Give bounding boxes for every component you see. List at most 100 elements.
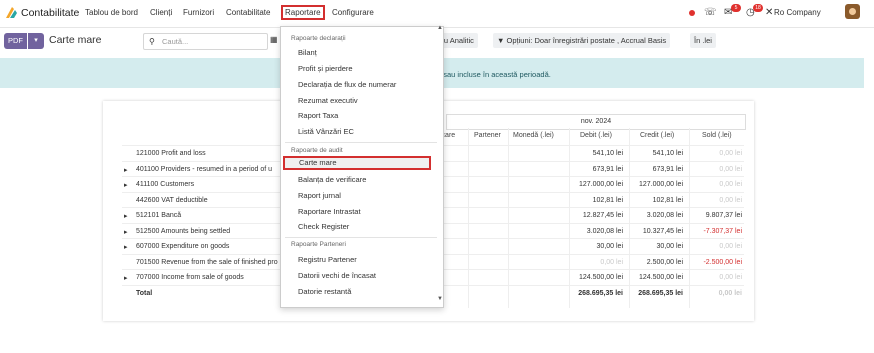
balance-cell: 0,00 lei [719,181,742,188]
credit-cell: 2.500,00 lei [646,258,683,266]
expand-chevron-icon: ▸ [124,275,128,282]
credit-cell: 30,00 lei [656,243,683,250]
options-filter-label: Opțiuni: Doar înregistrări postate , Acc… [506,36,667,45]
menu-divider [285,142,437,143]
debit-cell: 0,00 lei [600,258,623,266]
top-navbar: Contabilitate Tablou de bord Clienți Fur… [0,0,874,28]
debit-cell: 541,10 lei [592,150,623,157]
debit-cell: 30,00 lei [596,243,623,250]
search-placeholder: Caută... [162,37,189,46]
balance-cell: 0,00 lei [719,165,742,173]
credit-cell: 124.500,00 lei [639,274,683,281]
debit-cell: 12.827,45 lei [582,212,623,219]
section-partners: Rapoarte Parteneri [291,241,346,248]
account-label: 707000 Income from sale of goods [136,274,244,281]
account-label: 701500 Revenue from the sale of finished… [136,258,278,266]
accounting-app-icon[interactable] [5,6,18,19]
account-label: 401100 Providers - resumed in a period o… [136,165,273,173]
menu-item-balance-sheet[interactable]: Bilanț [298,48,317,57]
credit-cell: 102,81 lei [652,196,683,204]
filter-icon: ▼ [497,36,507,45]
balance-cell: -2.500,00 lei [703,258,742,266]
balance-cell: 0,00 lei [719,196,742,204]
reporting-dropdown-menu: Rapoarte declarații Bilanț Profit și pie… [280,26,444,308]
col-header-currency: Monedă (.lei) [513,132,554,139]
page-title: Carte mare [49,34,102,46]
debit-cell: 127.000,00 lei [579,181,623,188]
section-declarations: Rapoarte declarații [291,35,346,42]
avatar[interactable] [845,4,860,19]
credit-cell: 673,91 lei [652,165,683,173]
search-icon: ⚲ [149,37,155,46]
currency-filter-button[interactable]: În .lei [690,33,716,48]
credit-cell: 268.695,35 lei [638,289,683,297]
col-header-balance: Sold (.lei) [702,132,732,139]
pdf-button[interactable]: PDF [4,33,27,49]
menu-item-intrastat[interactable]: Raportare Intrastat [298,207,361,216]
menu-item-journal-report[interactable]: Raport jurnal [298,191,341,200]
scroll-up-icon[interactable]: ▲ [437,25,443,31]
expand-chevron-icon: ▸ [124,228,128,236]
menu-reporting[interactable]: Raportare [281,5,325,20]
status-dot [689,10,695,16]
balance-cell: 0,00 lei [719,274,742,281]
account-label: Total [136,289,153,297]
debit-cell: 124.500,00 lei [579,274,623,281]
col-header-partner: Partener [474,132,501,139]
balance-cell: 0,00 lei [718,289,742,297]
menu-item-aged-receivable[interactable]: Datorii vechi de încasat [298,271,376,280]
menu-item-trial-balance[interactable]: Balanța de verificare [298,175,366,184]
chat-badge: 5 [731,4,741,12]
debit-cell: 3.020,08 lei [586,227,623,235]
menu-vendors[interactable]: Furnizori [183,8,214,17]
scroll-down-icon[interactable]: ▼ [437,296,443,302]
debit-cell: 673,91 lei [592,165,623,173]
balance-cell: -7.307,37 lei [703,227,742,235]
credit-cell: 3.020,08 lei [646,212,683,219]
menu-item-cash-flow[interactable]: Declarația de flux de numerar [298,80,396,89]
debit-cell: 268.695,35 lei [578,289,623,297]
account-label: 442600 VAT deductible [136,196,208,204]
menu-accounting[interactable]: Contabilitate [226,8,270,17]
credit-cell: 127.000,00 lei [639,181,683,188]
app-name[interactable]: Contabilitate [21,7,79,19]
company-switcher[interactable]: Ro Company [774,8,821,17]
balance-cell: 9.807,37 lei [705,212,742,219]
activity-badge: 18 [753,4,763,12]
menu-item-check-register[interactable]: Check Register [298,222,349,231]
options-filter-button[interactable]: ▼ Opțiuni: Doar înregistrări postate , A… [493,33,671,48]
expand-chevron-icon: ▸ [124,213,128,220]
col-header-debit: Debit (.lei) [580,132,612,139]
account-label: 607000 Expenditure on goods [136,243,230,250]
tools-icon[interactable]: ✕ [765,7,773,18]
expand-chevron-icon: ▸ [124,166,128,174]
menu-dashboard[interactable]: Tablou de bord [85,8,138,17]
balance-cell: 0,00 lei [719,150,742,157]
balance-cell: 0,00 lei [719,243,742,250]
menu-item-aged-payable[interactable]: Datorie restantă [298,287,351,296]
credit-cell: 541,10 lei [652,150,683,157]
credit-cell: 10.327,45 lei [642,227,683,235]
calendar-icon[interactable]: ▦ [270,35,278,44]
menu-item-partner-ledger[interactable]: Registru Partener [298,255,357,264]
account-label: 512500 Amounts being settled [136,227,231,235]
col-header-credit: Credit (.lei) [640,132,675,139]
menu-item-executive-summary[interactable]: Rezumat executiv [298,96,358,105]
menu-item-profit-loss[interactable]: Profit și pierdere [298,64,353,73]
phone-icon[interactable]: ☏ [704,7,717,18]
account-label: 121000 Profit and loss [136,150,206,157]
menu-item-ec-sales-list[interactable]: Listă Vânzări EC [298,127,354,136]
menu-divider [285,237,437,238]
period-header: nov. 2024 [446,114,746,130]
banner-text: e sau incluse în această perioadă. [437,70,551,79]
section-audit: Rapoarte de audit [291,147,343,154]
expand-chevron-icon: ▸ [124,244,128,251]
expand-chevron-icon: ▸ [124,182,128,189]
menu-configuration[interactable]: Configurare [332,8,374,17]
menu-item-general-ledger[interactable]: Carte mare [283,156,431,170]
export-dropdown-button[interactable]: ▾ [28,33,44,49]
search-input[interactable]: ⚲ Caută... [143,33,268,50]
menu-customers[interactable]: Clienți [150,8,172,17]
debit-cell: 102,81 lei [592,196,623,204]
menu-item-tax-report[interactable]: Raport Taxa [298,111,338,120]
